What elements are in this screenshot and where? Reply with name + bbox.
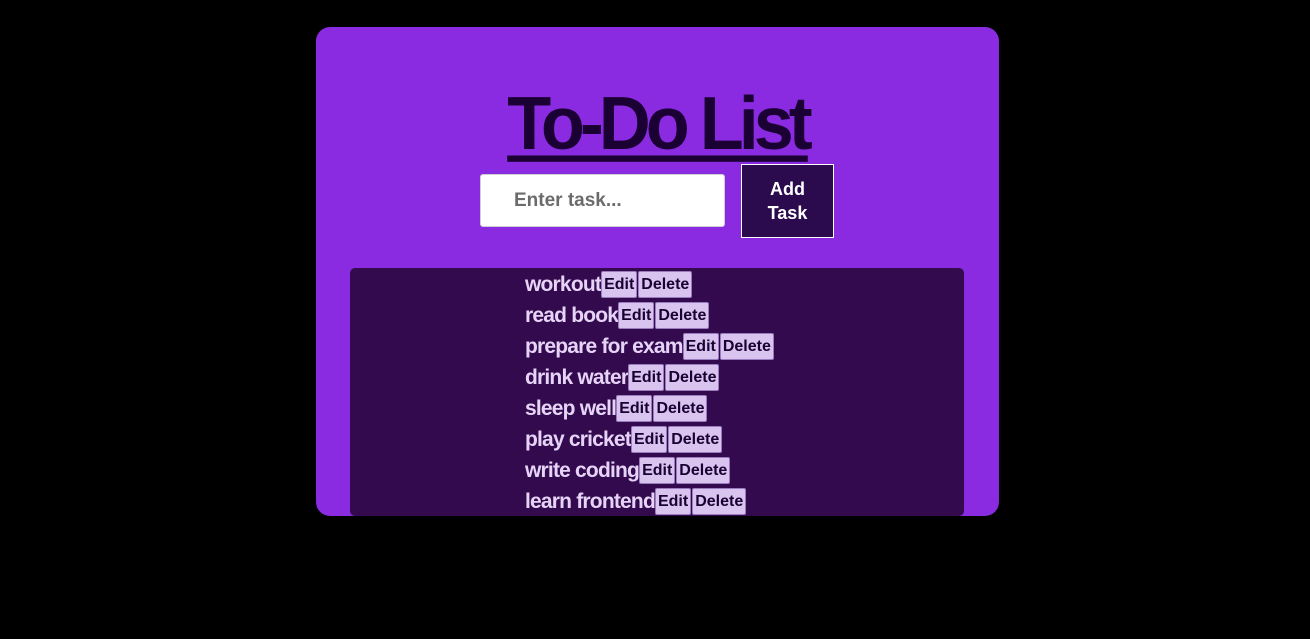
task-text: play cricket [525, 427, 632, 451]
add-task-button[interactable]: Add Task [741, 164, 834, 238]
task-item: drink water Edit Delete [525, 362, 775, 393]
delete-button[interactable]: Delete [676, 457, 731, 484]
edit-button[interactable]: Edit [618, 302, 655, 329]
task-list-panel: workout Edit Delete read book Edit Delet… [350, 268, 964, 516]
task-text: write coding [525, 458, 640, 482]
delete-button[interactable]: Delete [655, 302, 710, 329]
delete-button[interactable]: Delete [668, 426, 723, 453]
task-text: learn frontend [525, 489, 656, 513]
delete-button[interactable]: Delete [653, 395, 708, 422]
edit-button[interactable]: Edit [616, 395, 653, 422]
edit-button[interactable]: Edit [630, 426, 668, 453]
delete-button[interactable]: Delete [638, 271, 693, 298]
task-text: drink water [525, 365, 629, 389]
delete-button[interactable]: Delete [692, 488, 747, 515]
task-text: read book [525, 303, 619, 327]
task-item: learn frontend Edit Delete [525, 486, 775, 517]
delete-button[interactable]: Delete [665, 364, 720, 391]
task-item: prepare for exam Edit Delete [525, 331, 775, 362]
task-text: sleep well [525, 396, 617, 420]
edit-button[interactable]: Edit [628, 364, 665, 391]
edit-button[interactable]: Edit [682, 333, 719, 360]
page-title: To-Do List [507, 82, 813, 166]
edit-button[interactable]: Edit [639, 457, 676, 484]
task-input[interactable] [480, 174, 725, 227]
task-text: workout [525, 272, 602, 296]
todo-card: To-Do List Add Task workout Edit Delete … [316, 27, 999, 516]
edit-button[interactable]: Edit [654, 488, 692, 515]
task-item: write coding Edit Delete [525, 455, 775, 486]
task-list: workout Edit Delete read book Edit Delet… [525, 269, 775, 517]
task-text: prepare for exam [525, 334, 683, 358]
task-item: sleep well Edit Delete [525, 393, 775, 424]
task-item: read book Edit Delete [525, 300, 775, 331]
edit-button[interactable]: Edit [601, 271, 638, 298]
task-item: play cricket Edit Delete [525, 424, 775, 455]
task-item: workout Edit Delete [525, 269, 775, 300]
delete-button[interactable]: Delete [719, 333, 774, 360]
